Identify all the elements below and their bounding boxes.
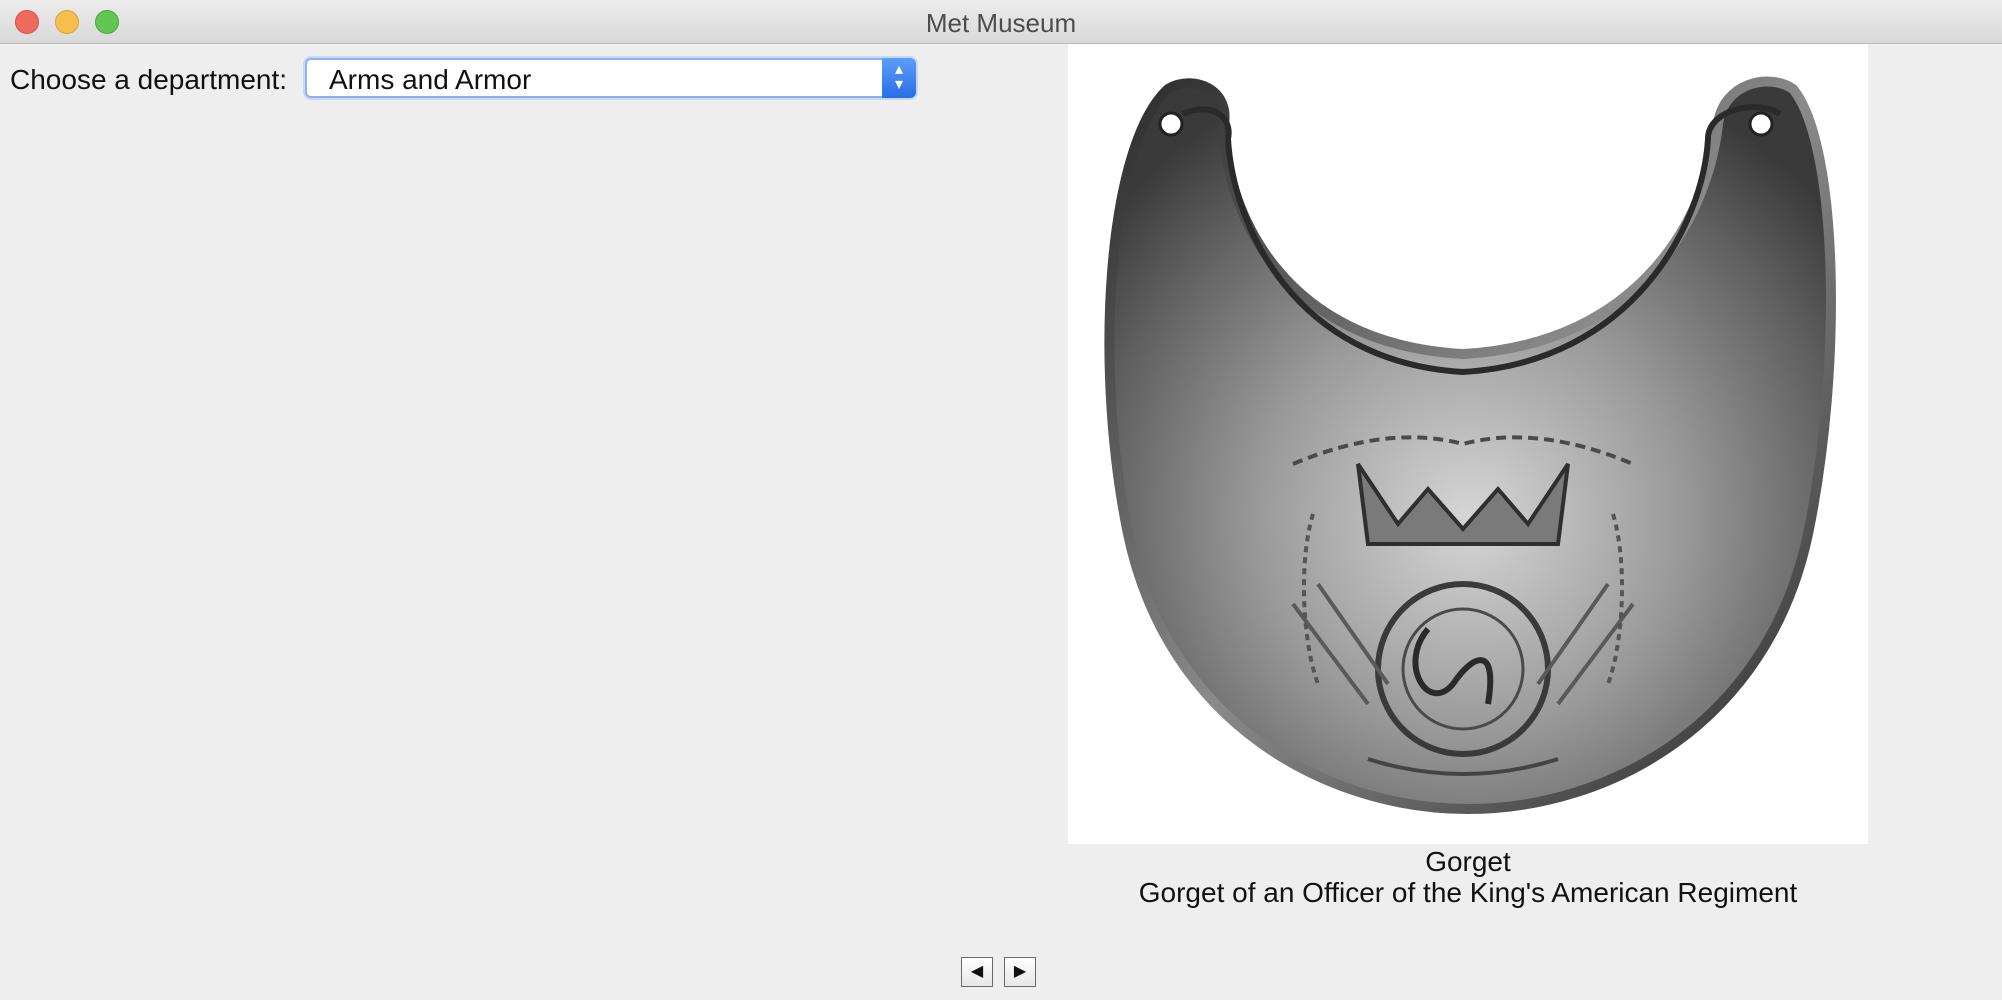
department-label: Choose a department: (10, 64, 288, 95)
next-button[interactable]: ▶ (1004, 957, 1036, 987)
artwork-title: Gorget (1425, 846, 1511, 877)
artwork-image (1068, 44, 1868, 844)
app-window: Met Museum Choose a department: Arms and… (0, 0, 2002, 1000)
arrow-right-icon: ▶ (1013, 963, 1027, 980)
title-bar[interactable]: Met Museum (0, 0, 2002, 44)
arrow-left-icon: ◀ (970, 963, 984, 980)
gorget-image (1104, 76, 1836, 815)
previous-button[interactable]: ◀ (961, 957, 993, 987)
select-arrows-icon[interactable]: ▴ ▾ (882, 58, 916, 98)
artwork-description: Gorget of an Officer of the King's Ameri… (1138, 877, 1798, 908)
department-selected-value: Arms and Armor (329, 64, 532, 95)
department-select[interactable]: Arms and Armor ▴ ▾ (305, 58, 916, 98)
window-title: Met Museum (925, 8, 1077, 38)
